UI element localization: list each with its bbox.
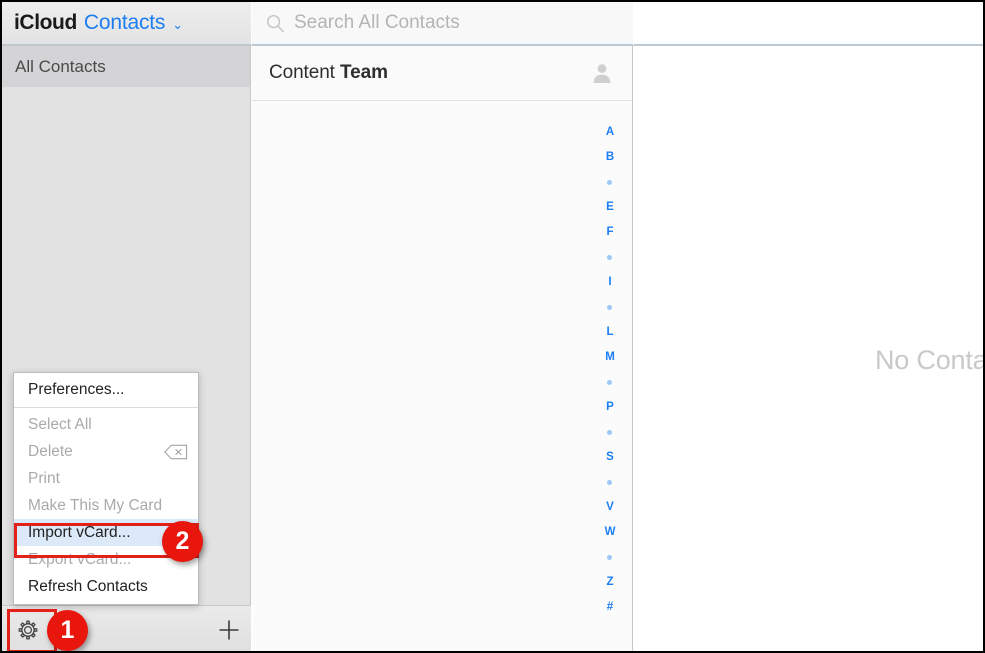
index-entry[interactable]: E (600, 195, 620, 220)
menu-item-label: Delete (28, 442, 73, 460)
top-bar-right-area (634, 2, 983, 45)
contacts-list-column: Content Team A B • E F • I • L M • P • (252, 46, 633, 651)
index-entry[interactable]: I (600, 270, 620, 295)
settings-gear-button[interactable] (11, 616, 45, 644)
index-entry[interactable]: # (600, 595, 620, 620)
icloud-contacts-window: iCloud Contacts ⌄ All Contacts (0, 0, 985, 653)
index-entry[interactable]: F (600, 220, 620, 245)
contact-first-name: Content (269, 62, 335, 83)
index-entry-dot[interactable]: • (600, 295, 620, 320)
contacts-list-body: A B • E F • I • L M • P • S • V W • Z # (252, 101, 632, 651)
sidebar-item-label: All Contacts (15, 56, 106, 76)
search-input[interactable] (294, 12, 624, 34)
menu-item-label: Refresh Contacts (28, 577, 148, 595)
search-icon (266, 14, 284, 32)
menu-item-label: Print (28, 469, 60, 487)
menu-item-print: Print (14, 465, 198, 492)
index-entry[interactable]: B (600, 145, 620, 170)
index-entry[interactable]: W (600, 520, 620, 545)
top-bar: iCloud Contacts ⌄ (2, 2, 983, 46)
backspace-key-icon (164, 444, 188, 459)
menu-item-refresh-contacts[interactable]: Refresh Contacts (14, 573, 198, 600)
menu-item-label: Select All (28, 415, 92, 433)
person-icon (593, 64, 611, 83)
index-entry-dot[interactable]: • (600, 420, 620, 445)
alphabet-index[interactable]: A B • E F • I • L M • P • S • V W • Z # (600, 120, 620, 620)
settings-popup-menu: Preferences... Select All Delete Print M… (13, 372, 199, 605)
menu-item-delete: Delete (14, 438, 198, 465)
index-entry-dot[interactable]: • (600, 170, 620, 195)
menu-item-make-this-my-card: Make This My Card (14, 492, 198, 519)
index-entry[interactable]: Z (600, 570, 620, 595)
contact-name: Content Team (269, 62, 590, 84)
empty-state-message: No Contact Selected (875, 345, 983, 375)
menu-item-label: Import vCard... (28, 523, 131, 541)
index-entry-dot[interactable]: • (600, 545, 620, 570)
menu-item-preferences[interactable]: Preferences... (14, 376, 198, 403)
add-contact-button[interactable] (212, 616, 246, 644)
brand-app-label: Contacts (83, 11, 166, 34)
index-entry[interactable]: S (600, 445, 620, 470)
index-entry[interactable]: P (600, 395, 620, 420)
brand-app-switcher[interactable]: iCloud Contacts ⌄ (2, 2, 251, 45)
sidebar-toolbar (2, 605, 251, 651)
menu-item-label: Preferences... (28, 380, 125, 398)
index-entry[interactable]: M (600, 345, 620, 370)
contact-detail-pane: No Contact Selected (634, 46, 983, 651)
menu-item-label: Export vCard... (28, 550, 132, 568)
menu-item-select-all: Select All (14, 411, 198, 438)
menu-item-label: Make This My Card (28, 496, 163, 514)
chevron-down-icon[interactable]: ⌄ (172, 18, 183, 31)
index-entry[interactable]: V (600, 495, 620, 520)
index-entry[interactable]: A (600, 120, 620, 145)
contact-list-item[interactable]: Content Team (252, 46, 632, 101)
annotation-step-2-badge: 2 (162, 521, 203, 562)
sidebar-item-all-contacts[interactable]: All Contacts (2, 46, 250, 87)
index-entry[interactable]: L (600, 320, 620, 345)
brand-icloud-label: iCloud (14, 11, 77, 34)
contact-last-name: Team (340, 62, 388, 83)
index-entry-dot[interactable]: • (600, 470, 620, 495)
plus-icon (219, 620, 239, 640)
search-bar[interactable] (252, 2, 633, 45)
gear-icon (18, 620, 38, 640)
index-entry-dot[interactable]: • (600, 245, 620, 270)
index-entry-dot[interactable]: • (600, 370, 620, 395)
menu-separator (14, 407, 198, 408)
annotation-step-1-badge: 1 (47, 610, 88, 651)
delete-shortcut (164, 444, 188, 460)
